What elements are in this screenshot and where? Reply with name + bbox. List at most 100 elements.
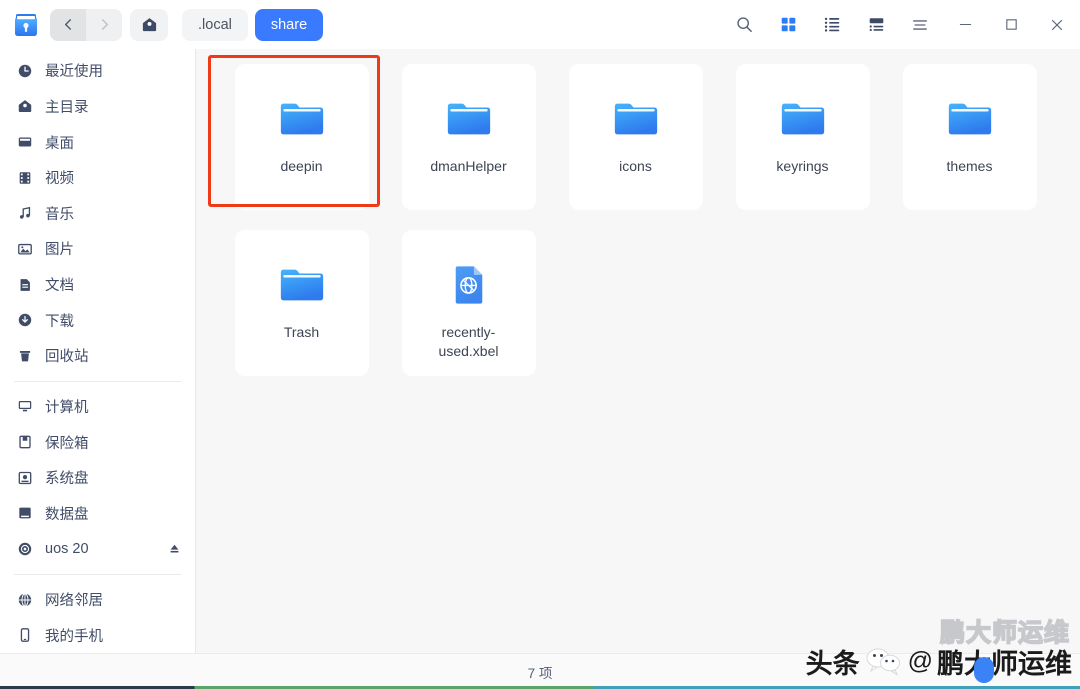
sidebar: 最近使用 主目录 桌面 [0, 49, 196, 653]
picture-icon [16, 240, 34, 258]
file-item-recently-used-xbel[interactable]: recently-used.xbel [402, 230, 536, 376]
sidebar-label: 文档 [45, 274, 181, 295]
sidebar-item-videos[interactable]: 视频 [0, 160, 195, 196]
search-icon [735, 15, 754, 34]
sidebar-label: 系统盘 [45, 467, 181, 488]
sidebar-item-system-disk[interactable]: 系统盘 [0, 460, 195, 496]
breadcrumb-item-share[interactable]: share [255, 9, 323, 41]
breadcrumb-item-local[interactable]: .local [182, 9, 248, 41]
music-icon [16, 204, 34, 222]
file-name: Trash [246, 323, 358, 342]
list-view-icon [824, 16, 841, 33]
file-grid-area[interactable]: deepin dmanHelper [196, 49, 1080, 653]
file-item-themes[interactable]: themes [903, 64, 1037, 210]
video-icon [16, 169, 34, 187]
file-name: icons [580, 157, 692, 176]
file-cell: icons [552, 63, 719, 229]
file-cell: recently-used.xbel [385, 229, 552, 395]
sidebar-label: 桌面 [45, 132, 181, 153]
file-name: keyrings [747, 157, 859, 176]
home-icon [141, 16, 158, 33]
item-count-label: 7 项 [528, 662, 553, 682]
file-name: themes [914, 157, 1026, 176]
sidebar-item-trash[interactable]: 回收站 [0, 338, 195, 374]
sidebar-label: 最近使用 [45, 60, 181, 81]
sidebar-item-home[interactable]: 主目录 [0, 89, 195, 125]
file-cell: themes [886, 63, 1053, 229]
detail-view-button[interactable] [854, 5, 898, 45]
chevron-left-icon [61, 17, 76, 32]
icon-view-button[interactable] [766, 5, 810, 45]
desktop-icon [16, 133, 34, 151]
minimize-button[interactable] [942, 0, 988, 49]
file-cell: keyrings [719, 63, 886, 229]
document-icon [16, 276, 34, 294]
phone-icon [16, 626, 34, 644]
sidebar-label: 数据盘 [45, 503, 181, 524]
trash-icon [16, 347, 34, 365]
forward-button[interactable] [86, 9, 122, 41]
xbel-file-icon [444, 260, 494, 310]
file-grid: deepin dmanHelper [196, 49, 1080, 395]
icon-view-icon [780, 16, 797, 33]
sidebar-item-data-disk[interactable]: 数据盘 [0, 495, 195, 531]
eject-icon[interactable] [167, 542, 181, 556]
file-cell: dmanHelper [385, 63, 552, 229]
sidebar-item-vault[interactable]: 保险箱 [0, 424, 195, 460]
file-item-icons[interactable]: icons [569, 64, 703, 210]
folder-icon [945, 94, 995, 144]
file-cell: Trash [218, 229, 385, 395]
sidebar-item-recent[interactable]: 最近使用 [0, 53, 195, 89]
home-icon [16, 97, 34, 115]
menu-button[interactable] [898, 5, 942, 45]
detail-view-icon [868, 16, 885, 33]
file-item-trash[interactable]: Trash [235, 230, 369, 376]
chevron-right-icon [97, 17, 112, 32]
file-name: dmanHelper [413, 157, 525, 176]
sidebar-label: 保险箱 [45, 432, 181, 453]
list-view-button[interactable] [810, 5, 854, 45]
menu-icon [911, 16, 929, 34]
sidebar-item-music[interactable]: 音乐 [0, 196, 195, 232]
sidebar-item-my-phone[interactable]: 我的手机 [0, 617, 195, 653]
download-icon [16, 311, 34, 329]
sidebar-item-pictures[interactable]: 图片 [0, 231, 195, 267]
titlebar-actions [722, 0, 1080, 49]
sidebar-divider [14, 381, 181, 382]
close-button[interactable] [1034, 0, 1080, 49]
back-button[interactable] [50, 9, 86, 41]
disc-icon [16, 540, 34, 558]
sidebar-item-documents[interactable]: 文档 [0, 267, 195, 303]
folder-icon [277, 94, 327, 144]
file-item-dmanhelper[interactable]: dmanHelper [402, 64, 536, 210]
sidebar-label: uos 20 [45, 541, 156, 557]
sidebar-item-uos-20[interactable]: uos 20 [0, 531, 195, 567]
data-disk-icon [16, 504, 34, 522]
sidebar-item-network[interactable]: 网络邻居 [0, 582, 195, 618]
computer-icon [16, 397, 34, 415]
network-icon [16, 591, 34, 609]
sidebar-label: 回收站 [45, 345, 181, 366]
sidebar-item-downloads[interactable]: 下载 [0, 302, 195, 338]
folder-icon [778, 94, 828, 144]
minimize-icon [957, 16, 974, 33]
search-button[interactable] [722, 5, 766, 45]
folder-icon [444, 94, 494, 144]
folder-icon [611, 94, 661, 144]
sidebar-label: 我的手机 [45, 625, 181, 646]
close-icon [1048, 16, 1066, 34]
sidebar-item-desktop[interactable]: 桌面 [0, 124, 195, 160]
file-item-keyrings[interactable]: keyrings [736, 64, 870, 210]
vault-icon [16, 433, 34, 451]
file-cell: deepin [218, 63, 385, 229]
sidebar-label: 视频 [45, 167, 181, 188]
statusbar: 7 项 [0, 653, 1080, 689]
file-manager-window: .local share [0, 0, 1080, 689]
file-name: deepin [246, 157, 358, 176]
sidebar-item-computer[interactable]: 计算机 [0, 389, 195, 425]
maximize-button[interactable] [988, 0, 1034, 49]
home-button[interactable] [130, 9, 168, 41]
file-name: recently-used.xbel [413, 323, 525, 361]
file-item-deepin[interactable]: deepin [235, 64, 369, 210]
folder-icon [277, 260, 327, 310]
